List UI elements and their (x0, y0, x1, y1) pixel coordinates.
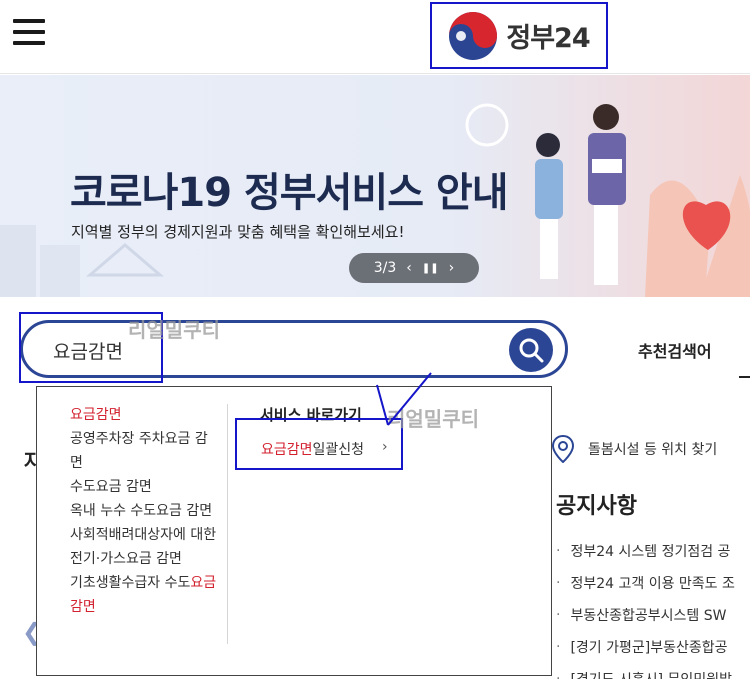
search-button[interactable] (509, 328, 553, 372)
location-finder-label: 돌봄시설 등 위치 찾기 (588, 442, 718, 458)
next-icon[interactable]: › (449, 260, 455, 276)
banner-title: 코로나19 정부서비스 안내 (70, 170, 509, 216)
suggestion-item[interactable]: 공영주차장 주차요금 감면 (70, 427, 220, 475)
shortcut-link-label: 요금감면일괄신청 (261, 442, 365, 458)
tab-underline (739, 376, 750, 378)
suggestion-item[interactable]: 기초생활수급자 수도요금감면 (70, 571, 220, 619)
header: 정부24 (0, 0, 750, 74)
notice-title: 공지사항 (556, 494, 637, 519)
taegeuk-logo-icon (449, 11, 498, 60)
notice-item[interactable]: · 정부24 시스템 정기점검 공 (556, 535, 750, 567)
notice-item[interactable]: ·[경기도 시흥시] 무인민원발 (556, 663, 750, 679)
search-input[interactable] (53, 337, 453, 363)
logo-text: 정부24 (506, 23, 590, 54)
notice-item[interactable]: · 부동산종합공부시스템 SW (556, 599, 750, 631)
page: 정부24 코로나19 정부서비스 안내 지역별 정부의 경제지원과 맞춤 혜택을… (0, 0, 750, 679)
notice-list: · 정부24 시스템 정기점검 공 · 정부24 고객 이용 만족도 조 · 부동산종… (556, 535, 750, 679)
promo-banner[interactable]: 코로나19 정부서비스 안내 지역별 정부의 경제지원과 맞춤 혜택을 확인해보… (0, 75, 750, 297)
divider (227, 404, 228, 644)
banner-pager: 3/3 ‹ ❚❚ › (349, 253, 479, 283)
suggestion-item[interactable]: 수도요금 감면 (70, 475, 220, 499)
watermark: 리얼밀쿠티 (128, 318, 220, 342)
notice-item[interactable]: · 정부24 고객 이용 만족도 조 (556, 567, 750, 599)
location-pin-icon (552, 435, 574, 463)
suggestion-item[interactable]: 옥내 누수 수도요금 감면 (70, 499, 220, 523)
search-bar (20, 320, 568, 378)
suggestion-item[interactable]: 요금감면 (70, 403, 220, 427)
menu-icon[interactable] (13, 19, 45, 47)
prev-icon[interactable]: ‹ (406, 260, 412, 276)
annotation-arrow-icon (376, 372, 432, 426)
recommended-keywords-tab[interactable]: 추천검색어 (638, 338, 712, 362)
banner-subtitle: 지역별 정부의 경제지원과 맞춤 혜택을 확인해보세요! (71, 223, 405, 241)
notice-item[interactable]: · [경기 가평군]부동산종합공 (556, 631, 750, 663)
banner-page-count: 3/3 (373, 260, 397, 276)
search-icon (519, 338, 544, 363)
pause-icon[interactable]: ❚❚ (422, 263, 439, 274)
suggestion-panel: 요금감면 공영주차장 주차요금 감면 수도요금 감면 옥내 누수 수도요금 감면… (37, 387, 227, 675)
suggestion-item[interactable]: 사회적배려대상자에 대한 전기·가스요금 감면 (70, 523, 220, 571)
suggestion-list: 요금감면 공영주차장 주차요금 감면 수도요금 감면 옥내 누수 수도요금 감면… (70, 403, 220, 619)
autocomplete-dropdown: 요금감면 공영주차장 주차요금 감면 수도요금 감면 옥내 누수 수도요금 감면… (36, 372, 552, 676)
logo[interactable]: 정부24 (430, 2, 608, 69)
location-finder[interactable]: 돌봄시설 등 위치 찾기 (552, 428, 750, 470)
